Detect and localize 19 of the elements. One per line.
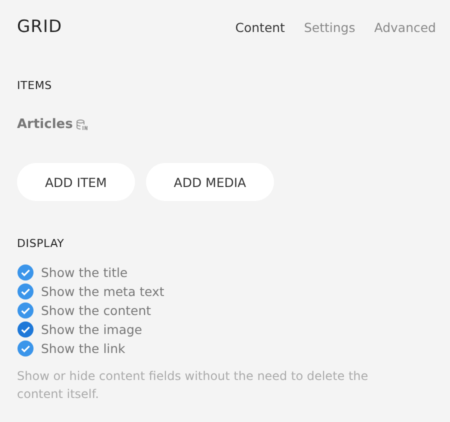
option-label: Show the content bbox=[41, 303, 152, 318]
tab[interactable]: Content bbox=[235, 20, 285, 34]
checkbox[interactable] bbox=[17, 321, 34, 338]
section-heading: DISPLAY bbox=[17, 237, 66, 250]
add-button[interactable]: ADD MEDIA bbox=[146, 163, 274, 201]
checkbox[interactable] bbox=[17, 302, 34, 319]
panel-title: GRID bbox=[17, 17, 62, 37]
option-label: Show the link bbox=[41, 341, 126, 356]
checkbox[interactable] bbox=[17, 283, 34, 300]
checkbox[interactable] bbox=[17, 340, 34, 357]
option-label: Show the meta text bbox=[41, 284, 164, 299]
database-icon bbox=[76, 118, 88, 130]
source-label: Articles bbox=[17, 117, 73, 132]
option-label: Show the title bbox=[41, 265, 128, 280]
add-button[interactable]: ADD ITEM bbox=[17, 163, 135, 201]
checkbox[interactable] bbox=[17, 264, 34, 281]
option-label: Show the image bbox=[41, 322, 142, 337]
section-heading: ITEMS bbox=[17, 79, 53, 92]
help-text: Show or hide content fields without the need to delete the content itself. bbox=[17, 368, 370, 403]
